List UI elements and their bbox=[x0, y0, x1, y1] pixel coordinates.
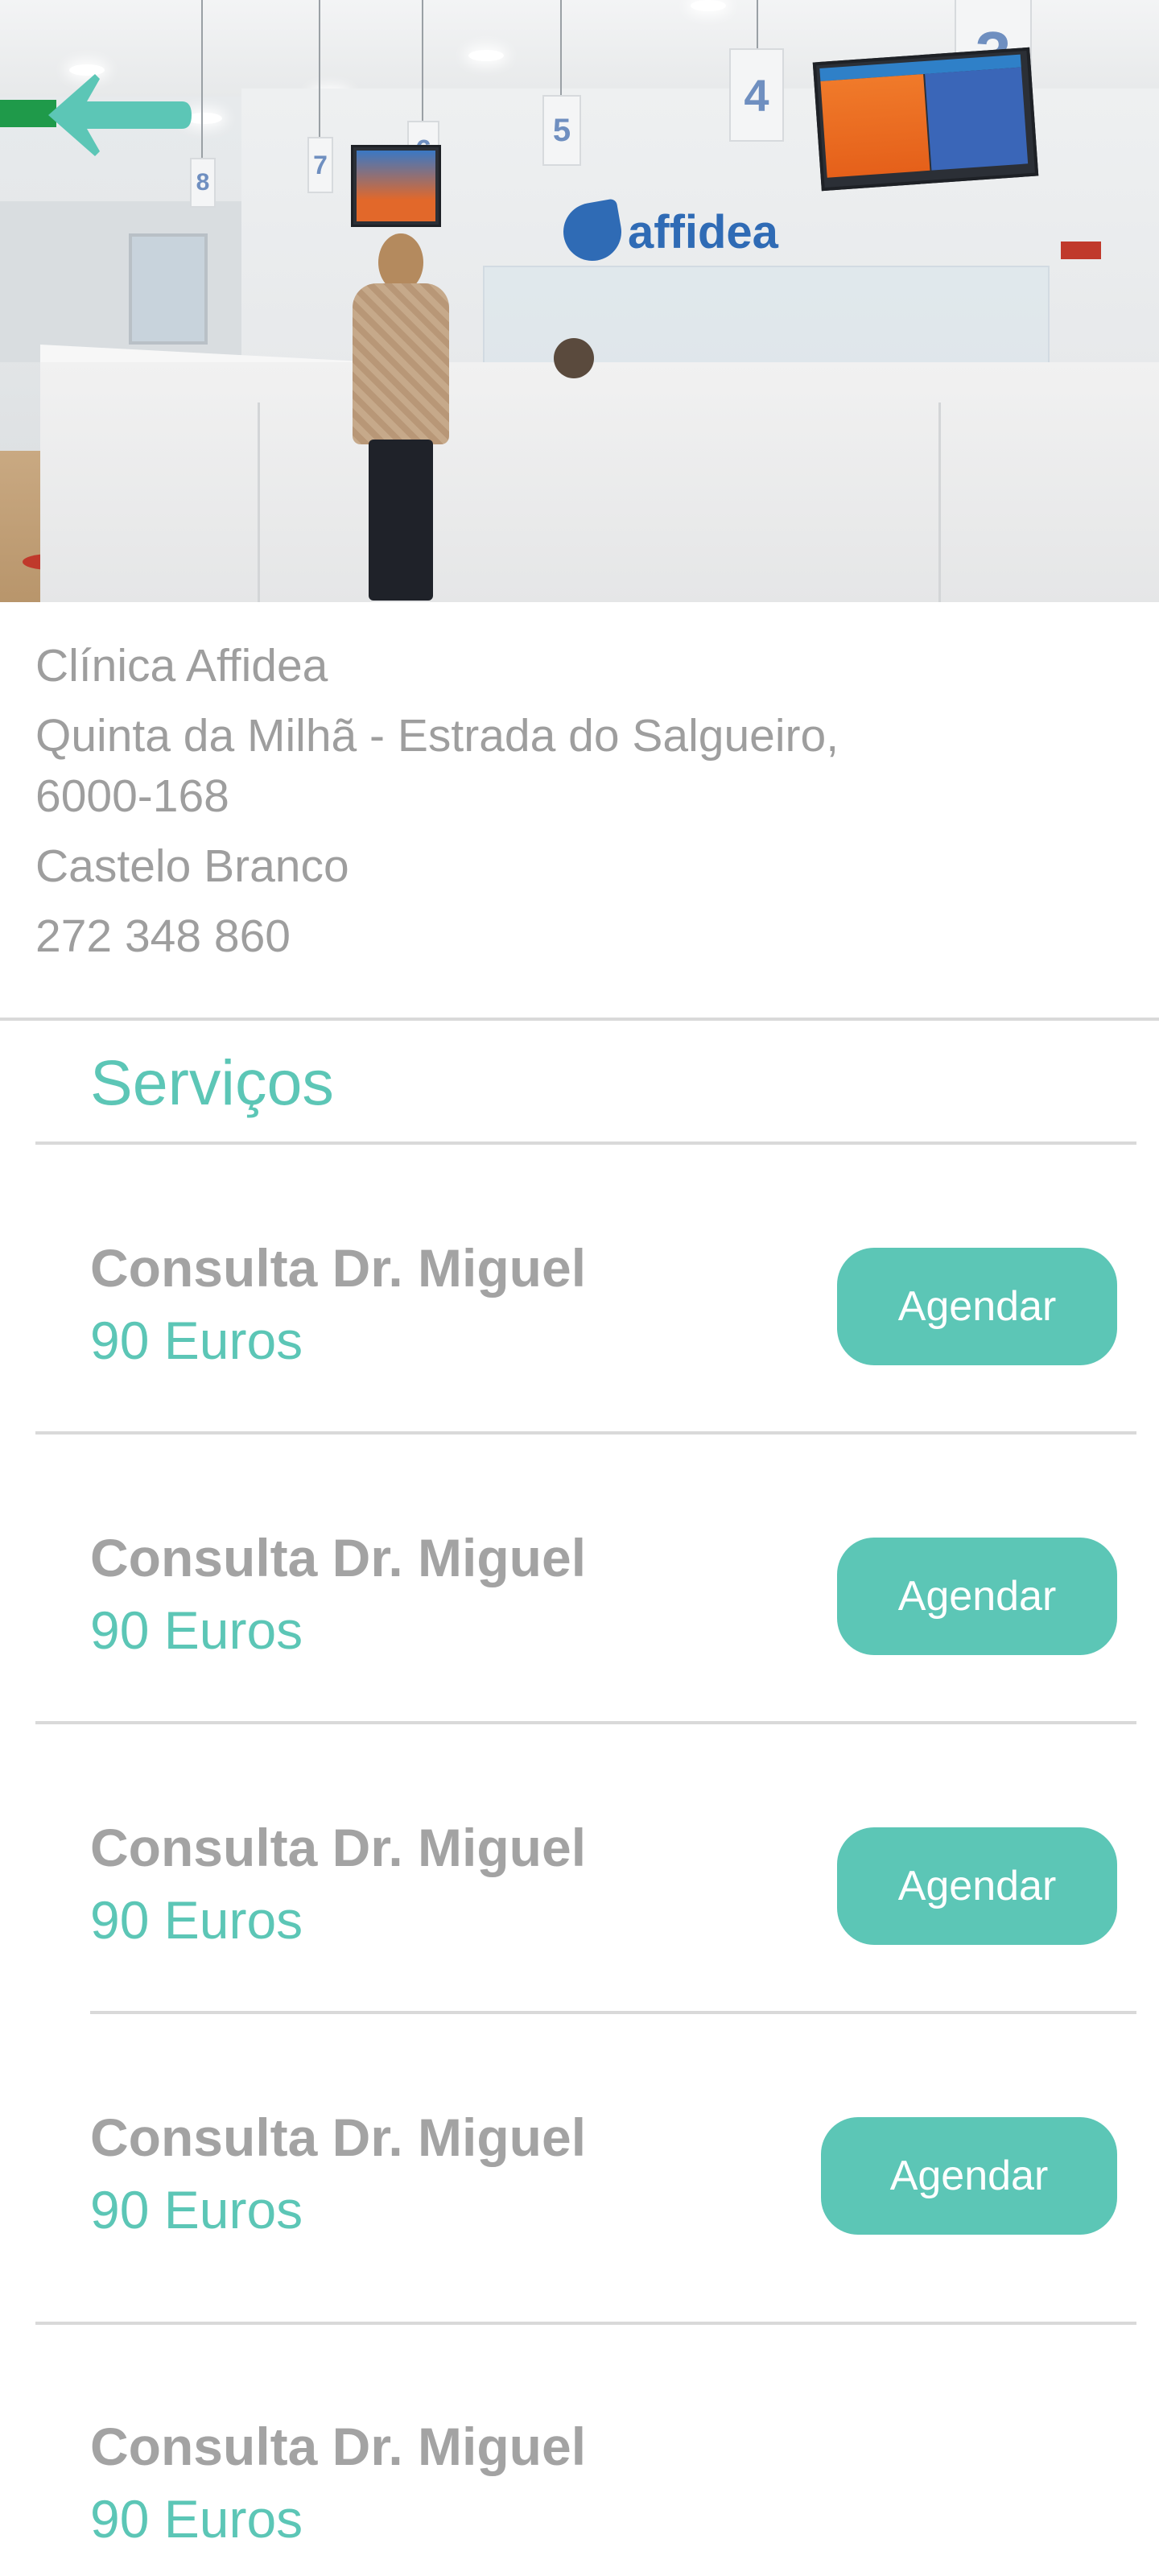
clinic-phone[interactable]: 272 348 860 bbox=[35, 906, 1122, 967]
counter-seam bbox=[258, 402, 260, 602]
service-row: Consulta Dr. Miguel 90 Euros Agendar bbox=[0, 1521, 1159, 1682]
affidea-logo-mark bbox=[559, 198, 626, 266]
counter-sign-4: 4 bbox=[729, 48, 784, 142]
receptionist-figure bbox=[554, 338, 594, 378]
clinic-address-line2: 6000-168 bbox=[35, 770, 229, 822]
sign-wire bbox=[319, 0, 320, 137]
service-row: Consulta Dr. Miguel 90 Euros bbox=[0, 2410, 1159, 2571]
affidea-logo: affidea bbox=[559, 198, 778, 266]
divider bbox=[35, 1721, 1136, 1724]
queue-display bbox=[812, 47, 1039, 192]
services-title: Serviços bbox=[90, 1046, 334, 1118]
service-price: 90 Euros bbox=[90, 2489, 303, 2549]
section-divider bbox=[0, 1018, 1159, 1021]
clinic-detail-screen: 8 7 6 5 4 3 affidea bbox=[0, 0, 1159, 2576]
counter-sign-8: 8 bbox=[190, 158, 216, 208]
counter-seam bbox=[938, 402, 941, 602]
sign-wire bbox=[757, 0, 758, 48]
book-button[interactable]: Agendar bbox=[837, 1248, 1117, 1365]
clinic-city: Castelo Branco bbox=[35, 840, 349, 892]
service-name: Consulta Dr. Miguel bbox=[90, 1238, 587, 1298]
ceiling-light bbox=[468, 50, 504, 61]
divider bbox=[35, 1141, 1136, 1145]
counter-sign-5: 5 bbox=[542, 95, 581, 166]
service-price: 90 Euros bbox=[90, 1600, 303, 1660]
wall-sign bbox=[1061, 242, 1101, 259]
ceiling-light bbox=[691, 0, 726, 11]
service-row: Consulta Dr. Miguel 90 Euros Agendar bbox=[0, 1811, 1159, 1972]
service-name: Consulta Dr. Miguel bbox=[90, 1528, 587, 1587]
book-button[interactable]: Agendar bbox=[837, 1538, 1117, 1655]
sign-wire bbox=[201, 0, 203, 158]
book-button[interactable]: Agendar bbox=[821, 2117, 1117, 2235]
service-price: 90 Euros bbox=[90, 1311, 303, 1370]
divider bbox=[90, 2011, 1136, 2014]
book-button[interactable]: Agendar bbox=[837, 1827, 1117, 1945]
counter-sign-7: 7 bbox=[307, 137, 333, 193]
sign-wire bbox=[422, 0, 423, 121]
queue-display-small bbox=[351, 145, 441, 227]
sign-wire bbox=[560, 0, 562, 95]
divider bbox=[35, 2322, 1136, 2325]
service-row: Consulta Dr. Miguel 90 Euros Agendar bbox=[0, 1232, 1159, 1393]
info-panel bbox=[129, 233, 208, 345]
service-price: 90 Euros bbox=[90, 1890, 303, 1950]
clinic-address: Quinta da Milhã - Estrada do Salgueiro, … bbox=[35, 706, 1122, 827]
arrow-left-icon bbox=[0, 74, 192, 156]
service-price: 90 Euros bbox=[90, 2180, 303, 2240]
back-button[interactable] bbox=[0, 71, 193, 159]
reception-counter bbox=[40, 362, 1159, 602]
service-row: Consulta Dr. Miguel 90 Euros Agendar bbox=[0, 2101, 1159, 2262]
patient-figure bbox=[338, 233, 459, 602]
service-name: Consulta Dr. Miguel bbox=[90, 2417, 587, 2476]
clinic-name: Clínica Affidea bbox=[35, 640, 328, 691]
clinic-info: Clínica Affidea Quinta da Milhã - Estrad… bbox=[35, 636, 1122, 967]
service-name: Consulta Dr. Miguel bbox=[90, 1818, 587, 1877]
clinic-address-line1: Quinta da Milhã - Estrada do Salgueiro, bbox=[35, 710, 839, 762]
divider bbox=[35, 1431, 1136, 1435]
affidea-logo-text: affidea bbox=[628, 205, 778, 258]
service-name: Consulta Dr. Miguel bbox=[90, 2107, 587, 2167]
